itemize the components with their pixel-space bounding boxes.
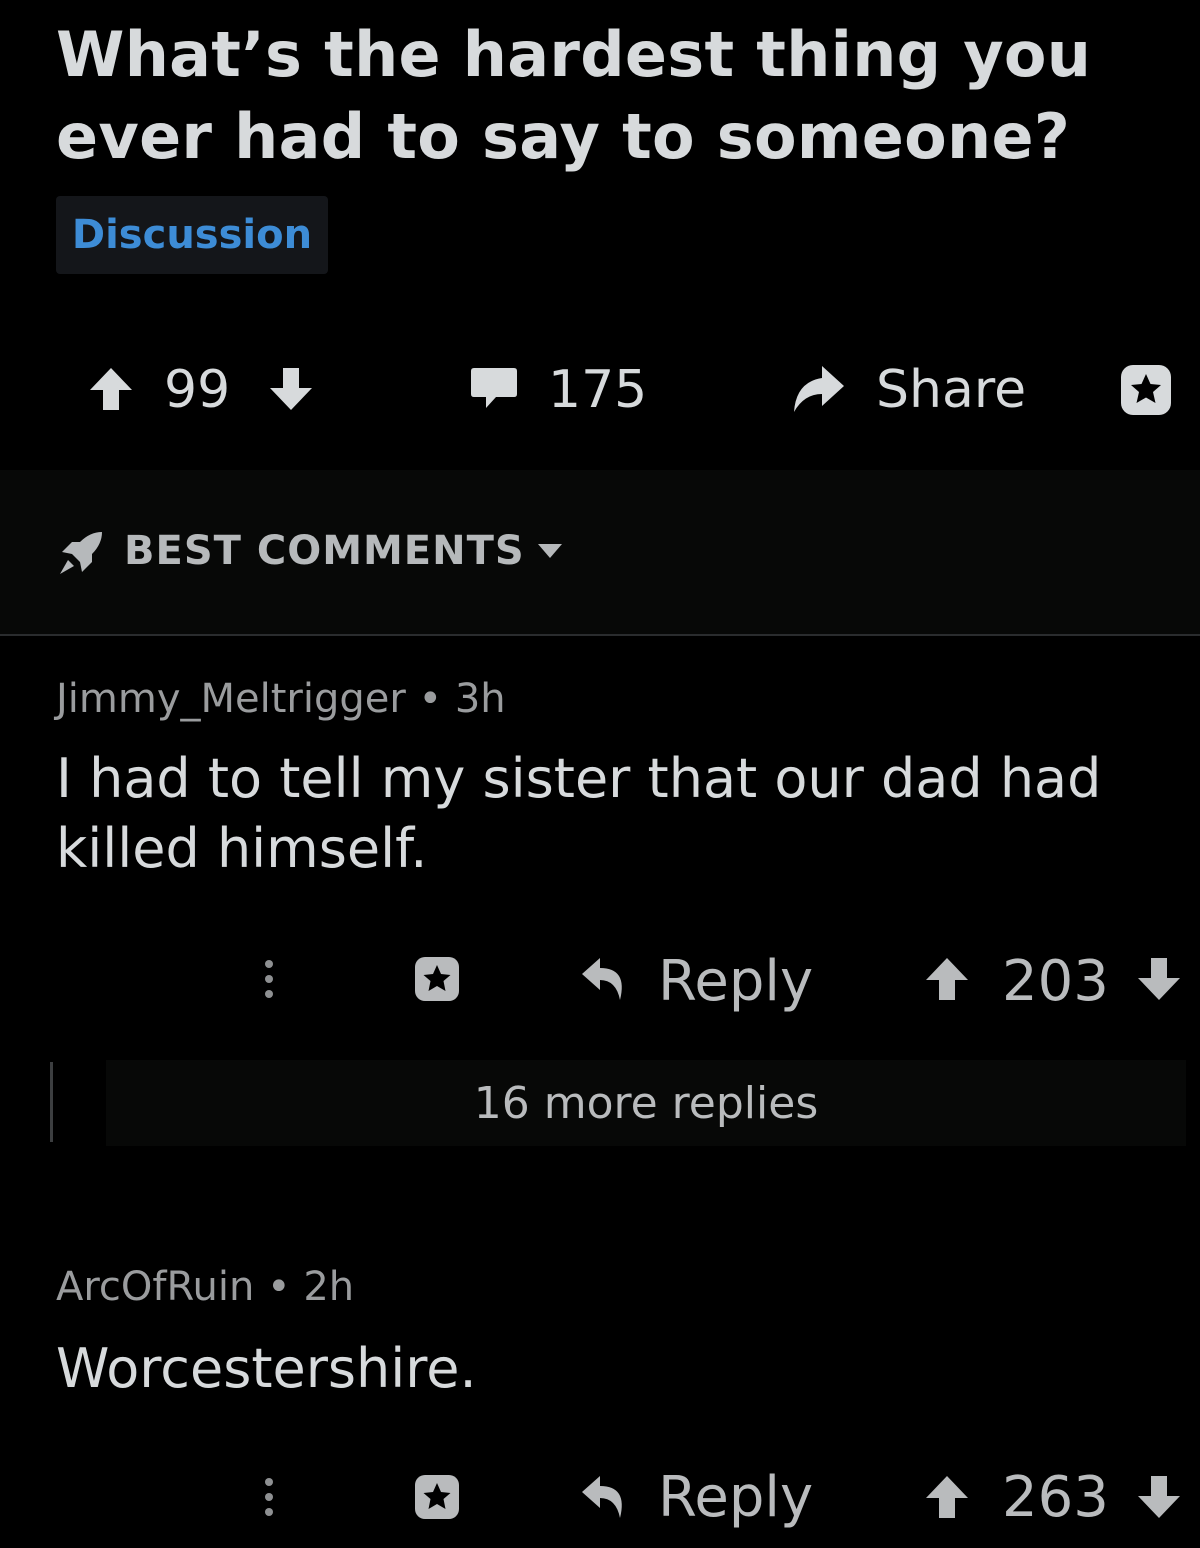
more-options-icon[interactable] [262,1476,276,1518]
post-title-line-2: ever had to say to someone? [56,100,1071,173]
award-icon[interactable] [1118,362,1174,418]
downvote-icon[interactable] [1136,1474,1182,1520]
downvote-icon[interactable] [1136,956,1182,1002]
reply-icon[interactable] [580,1474,630,1520]
downvote-icon[interactable] [268,366,314,412]
comment-score: 263 [1002,1465,1109,1530]
comment-body: I had to tell my sister that our dad had… [56,744,1101,884]
comment-age: 2h [303,1264,355,1310]
comment-count[interactable]: 175 [548,360,647,420]
more-replies-button[interactable]: 16 more replies [106,1060,1186,1146]
sort-dropdown[interactable]: BEST COMMENTS [124,528,525,574]
chevron-down-icon[interactable] [536,542,564,560]
comment-author[interactable]: ArcOfRuin [56,1264,254,1310]
upvote-icon[interactable] [88,366,134,412]
comment-score: 203 [1002,949,1109,1014]
reply-button[interactable]: Reply [658,1466,813,1530]
post-title: What’s the hardest thing you ever had to… [56,14,1156,178]
meta-separator: • [405,676,455,722]
award-icon[interactable] [412,954,462,1004]
reply-icon[interactable] [580,956,630,1002]
comment-body-line: killed himself. [56,817,428,880]
comment-meta: Jimmy_Meltrigger • 3h [56,674,506,724]
meta-separator: • [254,1264,304,1310]
comment-meta: ArcOfRuin • 2h [56,1262,354,1312]
comment-age: 3h [454,676,506,722]
comment-body-line: Worcestershire. [56,1337,477,1400]
reply-button[interactable]: Reply [658,950,813,1014]
upvote-icon[interactable] [924,1474,970,1520]
share-button[interactable]: Share [876,360,1026,420]
post-title-line-1: What’s the hardest thing you [56,18,1092,91]
comment-body-line: I had to tell my sister that our dad had [56,747,1102,810]
thread-line[interactable] [50,1062,53,1142]
more-options-icon[interactable] [262,958,276,1000]
post-score: 99 [164,360,231,420]
comment-author[interactable]: Jimmy_Meltrigger [56,676,406,722]
upvote-icon[interactable] [924,956,970,1002]
award-icon[interactable] [412,1472,462,1522]
post-flair[interactable]: Discussion [56,196,328,274]
comment-body: Worcestershire. [56,1334,477,1404]
comment-icon[interactable] [470,366,518,410]
share-icon[interactable] [790,364,846,414]
rocket-icon [60,532,102,574]
